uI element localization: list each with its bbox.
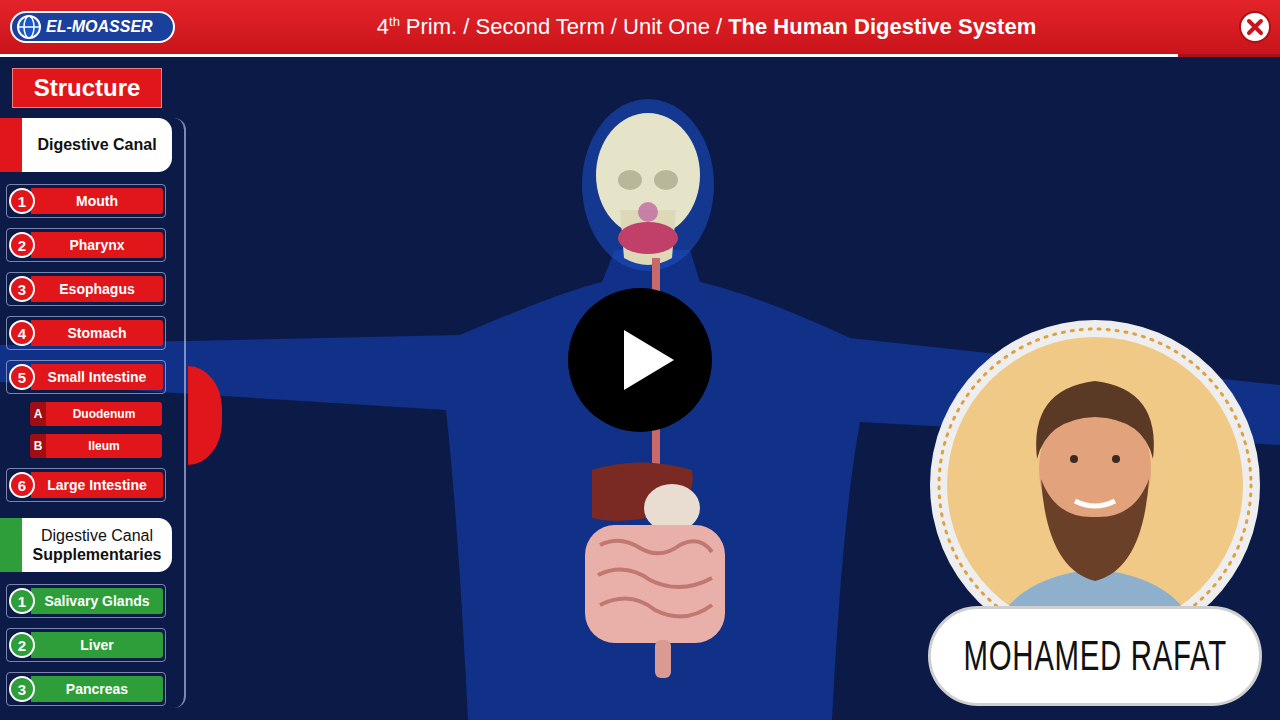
item-block: 6Large Intestine (6, 468, 184, 502)
sidebar-item[interactable]: 1Salivary Glands (6, 584, 166, 618)
logo[interactable]: EL-MOASSER (10, 11, 175, 43)
sidebar-heading: Structure (12, 68, 162, 108)
sidebar: StructureDigestive Canal1Mouth2Pharynx3E… (0, 57, 240, 720)
item-number: 3 (9, 676, 35, 702)
sidebar-item[interactable]: 2Liver (6, 628, 166, 662)
item-block: 2Liver (6, 628, 184, 662)
globe-icon (16, 14, 42, 40)
item-number: 1 (9, 588, 35, 614)
item-number: 2 (9, 632, 35, 658)
group: Digestive Canal 1Mouth 2Pharynx 3Esophagus 4… (0, 118, 184, 502)
subitem-label: Ileum (46, 434, 162, 458)
item-number: 4 (9, 320, 35, 346)
group-title: Digestive Canal (41, 526, 153, 545)
selected-marker (188, 366, 222, 465)
close-icon (1238, 10, 1272, 44)
sidebar-item[interactable]: 6Large Intestine (6, 468, 166, 502)
lesson-player: EL-MOASSER 4th Prim. / Second Term / Unit … (0, 0, 1280, 720)
group-items: 1Salivary Glands 2Liver 3Pancreas (0, 584, 184, 706)
item-number: 1 (9, 188, 35, 214)
item-number: 5 (9, 364, 35, 390)
sidebar-subitem[interactable]: BIleum (30, 434, 162, 458)
group-title: Supplementaries (33, 545, 162, 564)
progress-bar[interactable] (0, 54, 1280, 57)
item-block: 1Mouth (6, 184, 184, 218)
breadcrumb: Prim. / Second Term / Unit One / (406, 14, 722, 40)
item-block: 3Pancreas (6, 672, 184, 706)
subitem-letter: B (30, 434, 46, 458)
group-header[interactable]: Digestive Canal (0, 118, 172, 172)
group-title: Digestive Canal (37, 135, 156, 154)
item-label: Pancreas (31, 676, 163, 702)
presenter-photo (929, 319, 1261, 651)
presenter-name-text: MOHAMED RAFAT (963, 632, 1226, 680)
item-block: 3Esophagus (6, 272, 184, 306)
item-number: 6 (9, 472, 35, 498)
grade: 4th (377, 14, 400, 40)
group-header[interactable]: Digestive CanalSupplementaries (0, 518, 172, 572)
item-label: Large Intestine (31, 472, 163, 498)
item-block: 2Pharynx (6, 228, 184, 262)
item-label: Esophagus (31, 276, 163, 302)
group: Digestive CanalSupplementaries 1Salivary … (0, 518, 184, 706)
sidebar-item[interactable]: 4Stomach (6, 316, 166, 350)
close-button[interactable] (1238, 10, 1272, 44)
item-block: 1Salivary Glands (6, 584, 184, 618)
top-bar: EL-MOASSER 4th Prim. / Second Term / Unit … (0, 0, 1280, 54)
item-label: Mouth (31, 188, 163, 214)
structure-list: Digestive Canal1Mouth2Pharynx3Esophagus4… (0, 118, 186, 708)
presenter-name: MOHAMED RAFAT (928, 606, 1262, 706)
sidebar-item[interactable]: 2Pharynx (6, 228, 166, 262)
play-icon (568, 288, 712, 432)
group-items: 1Mouth 2Pharynx 3Esophagus 4Stomach 5Small I… (0, 184, 184, 502)
subitem-label: Duodenum (46, 402, 162, 426)
sidebar-item[interactable]: 3Esophagus (6, 272, 166, 306)
item-label: Small Intestine (31, 364, 163, 390)
item-label: Liver (31, 632, 163, 658)
sidebar-item[interactable]: 3Pancreas (6, 672, 166, 706)
sidebar-item[interactable]: 1Mouth (6, 184, 166, 218)
presenter-picture (929, 319, 1261, 651)
item-label: Stomach (31, 320, 163, 346)
item-block: 4Stomach (6, 316, 184, 350)
item-number: 3 (9, 276, 35, 302)
item-block: 5Small IntestineADuodenumBIleum (6, 360, 184, 458)
subitem-letter: A (30, 402, 46, 426)
item-number: 2 (9, 232, 35, 258)
topic: The Human Digestive System (728, 14, 1036, 40)
progress-fill (0, 54, 1178, 57)
logo-text: EL-MOASSER (46, 18, 153, 36)
item-label: Salivary Glands (31, 588, 163, 614)
sidebar-subitem[interactable]: ADuodenum (30, 402, 162, 426)
play-button[interactable] (568, 288, 712, 432)
lesson-title: 4th Prim. / Second Term / Unit One /The H… (175, 14, 1238, 40)
item-label: Pharynx (31, 232, 163, 258)
sidebar-item[interactable]: 5Small Intestine (6, 360, 166, 394)
